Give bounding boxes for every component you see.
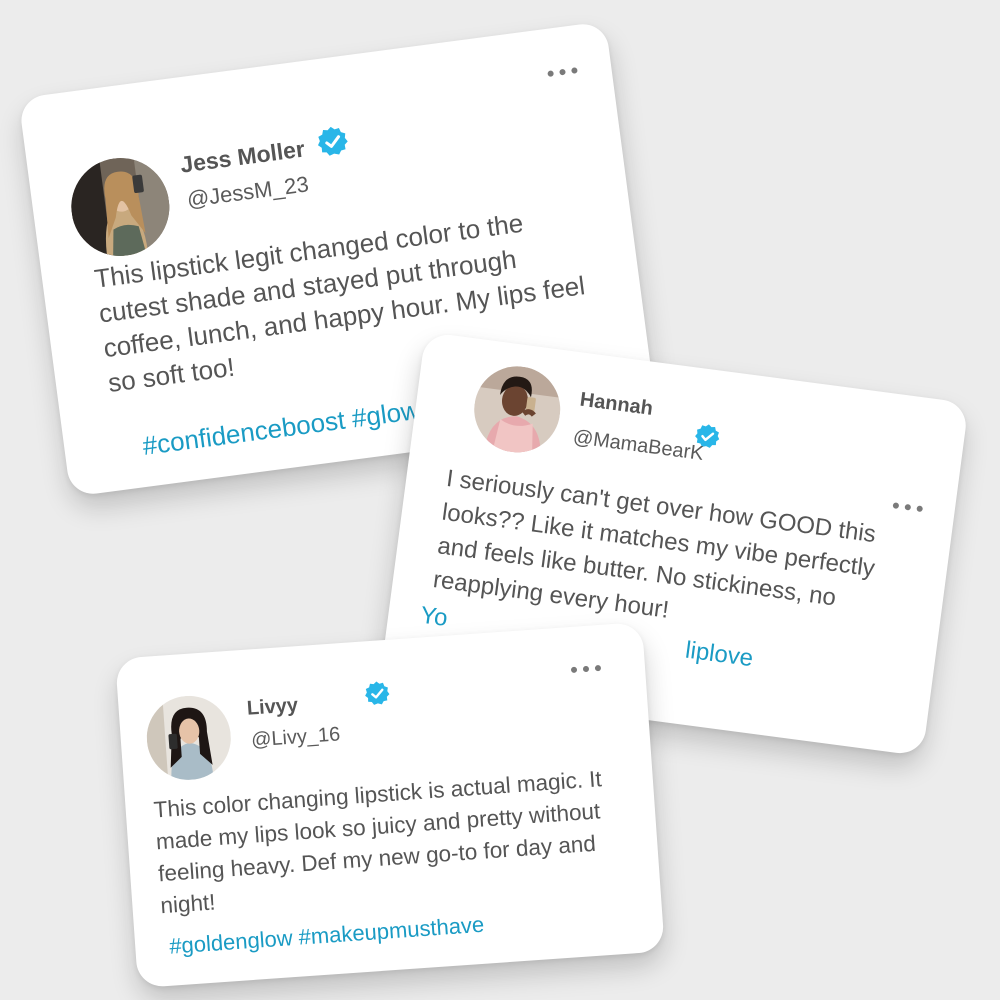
avatar[interactable] [468, 361, 566, 458]
avatar[interactable] [143, 693, 234, 783]
profile-photo-icon [65, 151, 176, 262]
post-hashtags[interactable]: #confidenceboost #glowvib [141, 390, 455, 461]
author-handle[interactable]: @Livy_16 [250, 723, 341, 752]
post-hashtags[interactable]: #goldenglow #makeupmusthave [168, 912, 485, 960]
avatar[interactable] [65, 151, 176, 262]
author-name[interactable]: Jess Moller [179, 136, 307, 179]
post-text: This color changing lipstick is actual m… [152, 766, 603, 919]
author-handle[interactable]: @MamaBearK [572, 426, 705, 466]
profile-photo-icon [143, 693, 234, 783]
more-options-icon[interactable] [892, 502, 924, 513]
profile-photo-icon [468, 361, 566, 458]
more-options-icon[interactable] [570, 664, 602, 674]
more-options-icon[interactable] [547, 67, 578, 78]
post-card-livyy[interactable]: Livyy @Livy_16 This color changing lipst… [115, 621, 665, 989]
author-handle[interactable]: @JessM_23 [185, 171, 310, 213]
author-name[interactable]: Hannah [578, 389, 655, 421]
verified-badge-icon [365, 681, 390, 705]
verified-badge-icon [317, 126, 348, 156]
author-name[interactable]: Livyy [246, 694, 299, 721]
